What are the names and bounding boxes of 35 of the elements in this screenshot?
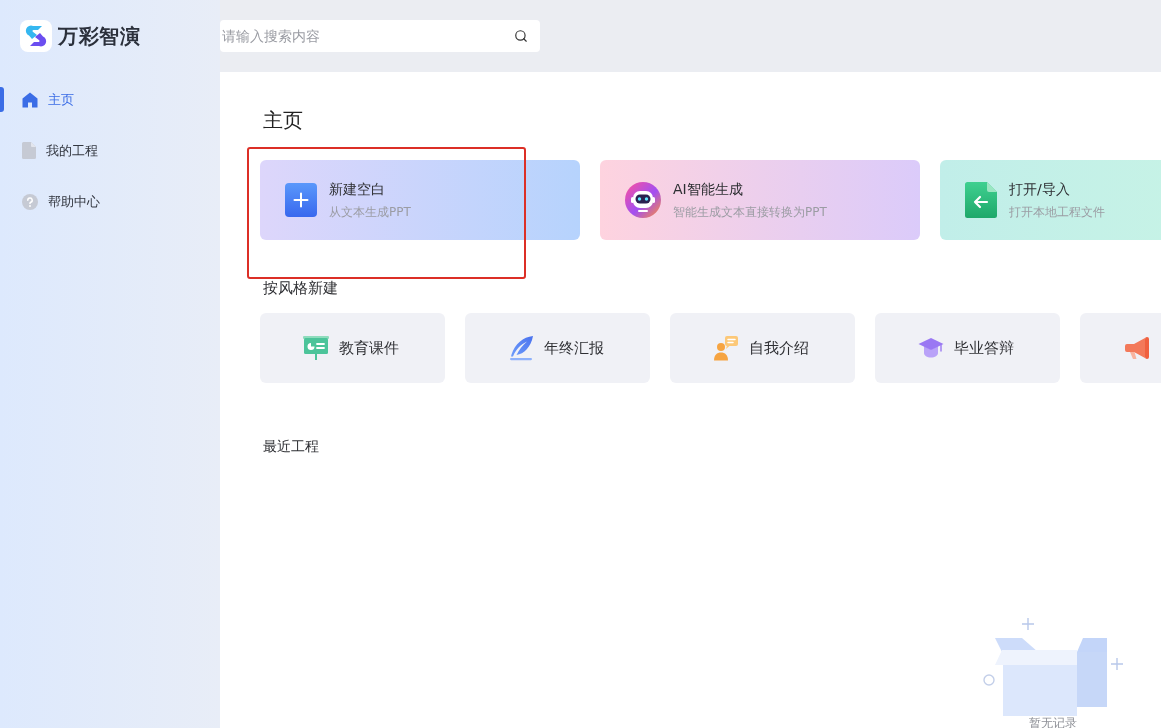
card-title: AI智能生成	[673, 180, 743, 198]
feather-icon	[508, 335, 534, 361]
import-file-icon	[965, 182, 997, 218]
card-subtitle: 打开本地工程文件	[1009, 204, 1105, 220]
card-title: 打开/导入	[1009, 180, 1070, 198]
empty-message: 暂无记录	[1028, 716, 1077, 728]
style-button[interactable]: 年终汇报	[465, 313, 650, 383]
section-heading: 最近工程	[263, 437, 319, 455]
action-card[interactable]: 新建空白 从文本生成PPT	[260, 160, 580, 240]
style-button[interactable]: 教育课件	[260, 313, 445, 383]
action-card[interactable]: 打开/导入 打开本地工程文件	[940, 160, 1161, 240]
section-heading: 按风格新建	[263, 279, 338, 297]
card-title: 新建空白	[329, 180, 385, 198]
search-field[interactable]: 请输入搜索内容	[220, 20, 540, 52]
home-icon	[22, 91, 38, 108]
graduation-cap-icon	[918, 337, 944, 359]
action-card[interactable]: AI智能生成 智能生成文本直接转换为PPT	[600, 160, 920, 240]
page-title: 主页	[263, 107, 303, 134]
sidebar-item[interactable]: 我的工程	[0, 125, 220, 176]
presentation-board-icon	[303, 335, 329, 361]
speaker-person-icon	[713, 335, 739, 361]
sidebar-item[interactable]: 主页	[0, 74, 220, 125]
logo-icon	[20, 20, 52, 52]
robot-icon	[625, 182, 661, 218]
help-icon	[22, 193, 38, 210]
megaphone-icon	[1123, 336, 1151, 360]
search-icon[interactable]	[514, 29, 528, 43]
style-button[interactable]: 自我介绍	[670, 313, 855, 383]
card-subtitle: 智能生成文本直接转换为PPT	[673, 204, 827, 220]
card-subtitle: 从文本生成PPT	[329, 204, 411, 220]
sidebar-item[interactable]: 帮助中心	[0, 176, 220, 227]
style-button[interactable]: 毕业答辩	[875, 313, 1060, 383]
file-icon	[22, 142, 36, 159]
app-title: 万彩智演	[58, 23, 140, 50]
plus-icon	[285, 183, 317, 217]
